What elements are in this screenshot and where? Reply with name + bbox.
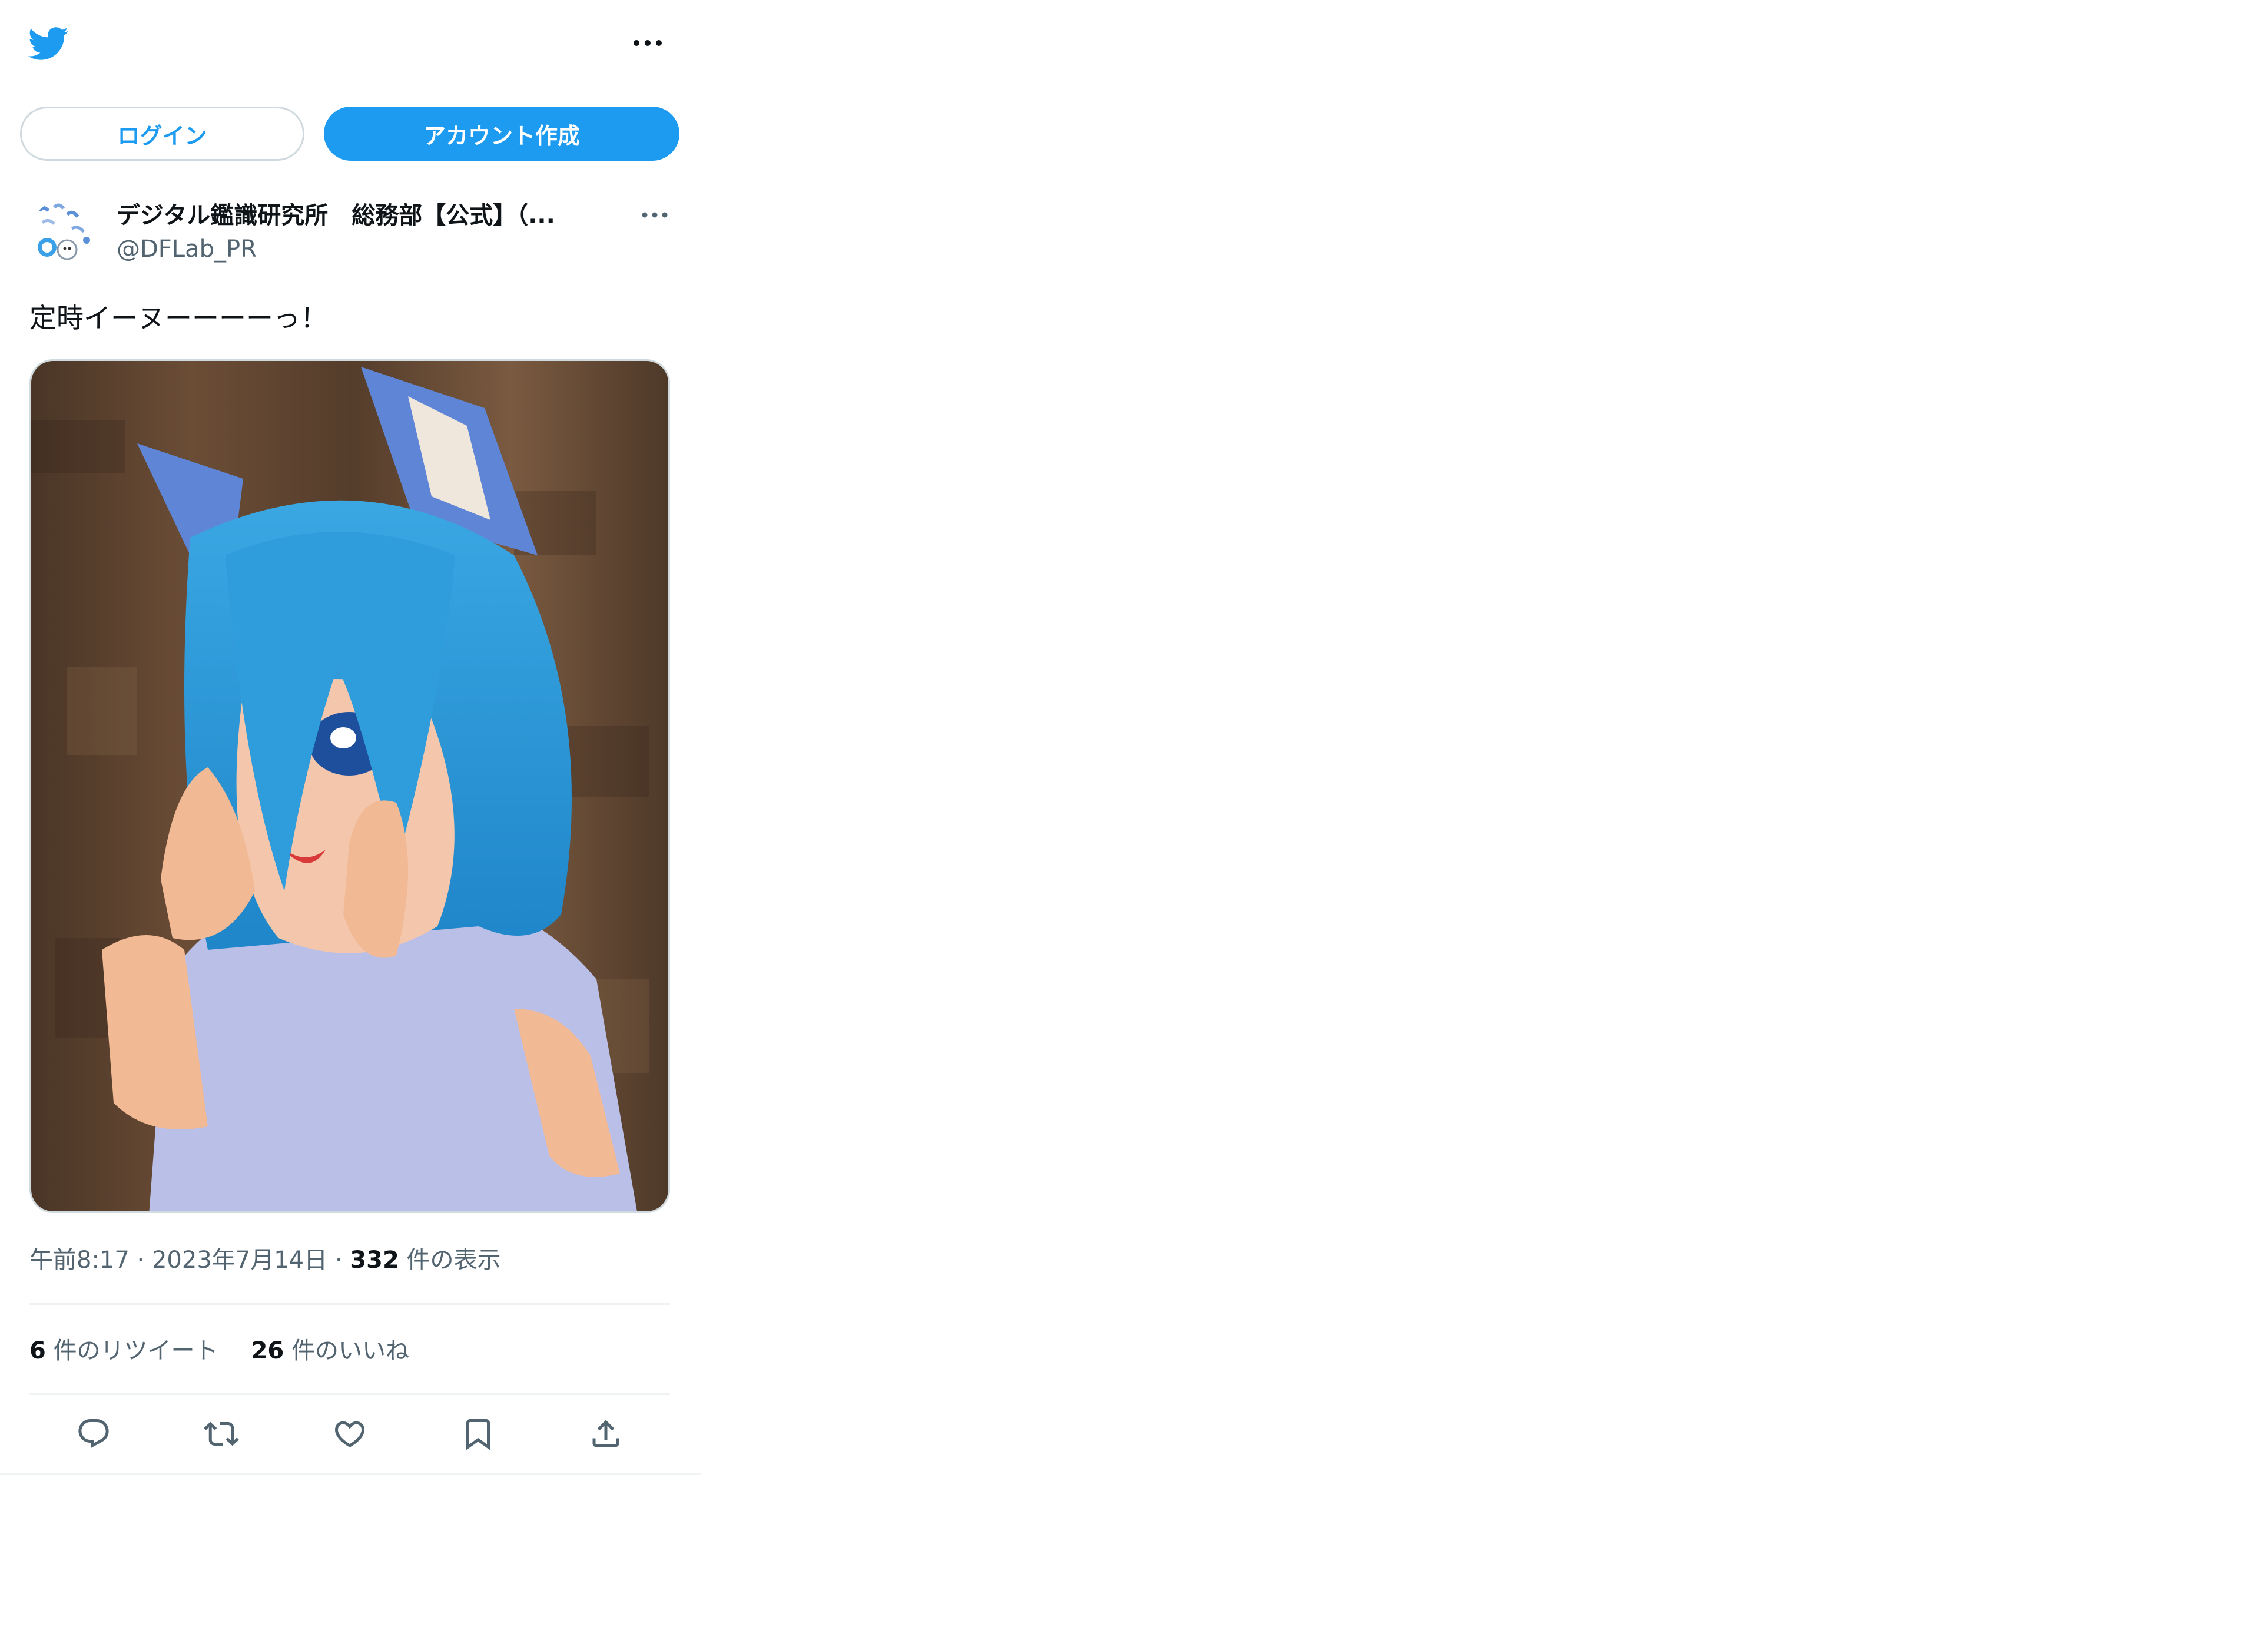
bookmark-icon[interactable] [452, 1407, 505, 1460]
retweets-label: 件のリツイート [45, 1337, 218, 1364]
meta-separator: · [129, 1247, 152, 1274]
retweets-stat[interactable]: 6 件のリツイート [29, 1332, 218, 1370]
like-heart-icon[interactable] [323, 1407, 376, 1460]
top-bar [0, 0, 701, 88]
tweet-text: 定時イーヌーーーーっ！ [29, 302, 327, 334]
tweet-actions [29, 1407, 670, 1460]
views-label: 件の表示 [399, 1247, 501, 1274]
author-display-name[interactable]: デジタル鑑識研究所 総務部【公式】（... [117, 199, 599, 232]
reply-icon[interactable] [67, 1407, 120, 1460]
engagement-stats: 6 件のリツイート 26 件のいいね [29, 1332, 409, 1370]
tweet-meta: 午前8:17 · 2023年7月14日 · 332 件の表示 [29, 1241, 501, 1279]
twitter-bird-icon[interactable] [26, 22, 69, 65]
divider [29, 1393, 670, 1395]
avatar[interactable] [31, 199, 98, 267]
author-handle[interactable]: @DFLab_PR [117, 233, 257, 265]
tweet-date[interactable]: 2023年7月14日 [152, 1247, 327, 1274]
likes-count: 26 [251, 1337, 284, 1364]
tweet-time[interactable]: 午前8:17 [29, 1247, 130, 1274]
likes-stat[interactable]: 26 件のいいね [251, 1332, 409, 1370]
retweets-count: 6 [29, 1337, 46, 1364]
views-count: 332 [350, 1247, 399, 1274]
share-icon[interactable] [579, 1407, 632, 1460]
tweet-photo[interactable] [29, 359, 670, 1213]
login-button[interactable]: ログイン [20, 107, 304, 161]
tweet-panel: ログイン アカウント作成 デジタル鑑識研究所 総務部【公式】（... @DFLa… [0, 0, 701, 1475]
meta-separator: · [327, 1247, 350, 1274]
more-options-icon[interactable] [624, 28, 671, 58]
signup-button[interactable]: アカウント作成 [324, 107, 679, 161]
retweet-icon[interactable] [195, 1407, 248, 1460]
tweet-more-icon[interactable] [631, 200, 678, 230]
divider [29, 1303, 670, 1305]
likes-label: 件のいいね [284, 1337, 409, 1364]
